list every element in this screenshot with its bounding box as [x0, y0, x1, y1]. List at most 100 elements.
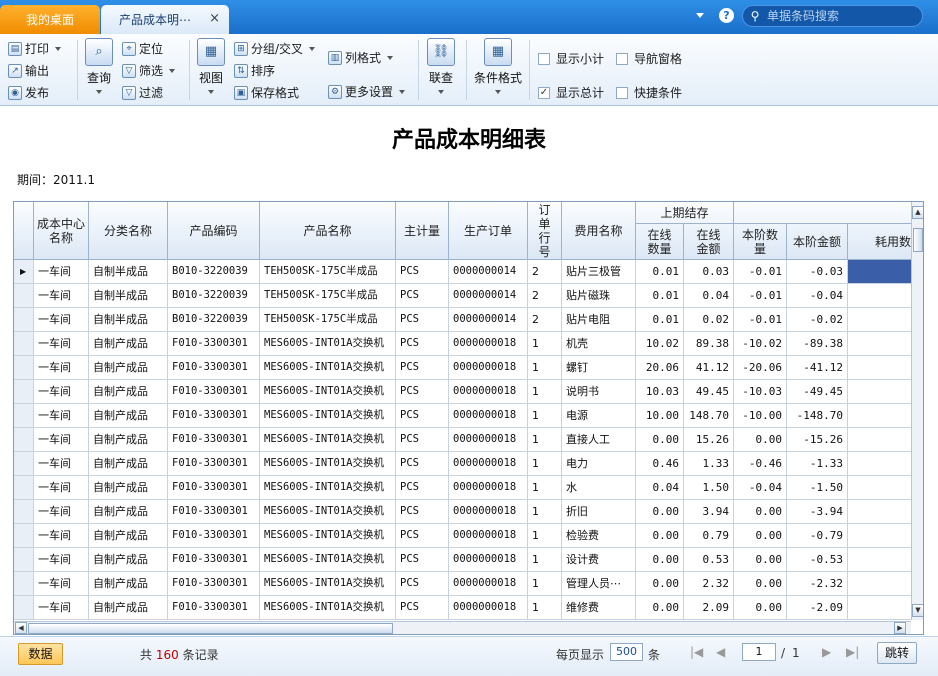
- cell-line[interactable]: 1: [528, 500, 562, 523]
- cell-fee[interactable]: 检验费: [562, 524, 636, 547]
- cell-unit[interactable]: PCS: [396, 380, 449, 403]
- cell-cost-center[interactable]: 一车间: [34, 596, 89, 619]
- cell-cost-center[interactable]: 一车间: [34, 476, 89, 499]
- cell-order[interactable]: 0000000018: [449, 332, 528, 355]
- table-row[interactable]: 一车间 自制产成品 F010-3300301 MES600S-INT01A交换机 PCS…: [14, 524, 911, 548]
- cell-product-code[interactable]: F010-3300301: [168, 500, 260, 523]
- cell-product-name[interactable]: MES600S-INT01A交换机: [260, 524, 396, 547]
- scroll-up-icon[interactable]: ▲: [912, 206, 923, 219]
- cell-line[interactable]: 2: [528, 260, 562, 283]
- cell-consume[interactable]: [848, 596, 911, 619]
- row-header[interactable]: [14, 452, 34, 475]
- cell-cur-qty[interactable]: 0.00: [734, 596, 787, 619]
- cell-unit[interactable]: PCS: [396, 428, 449, 451]
- cell-consume[interactable]: [848, 452, 911, 475]
- cell-product-code[interactable]: F010-3300301: [168, 596, 260, 619]
- cell-prev-qty[interactable]: 0.00: [636, 596, 684, 619]
- col-cost-center[interactable]: 成本中心名称: [34, 202, 89, 260]
- cell-cur-amt[interactable]: -0.04: [787, 284, 848, 307]
- cell-line[interactable]: 1: [528, 596, 562, 619]
- cell-unit[interactable]: PCS: [396, 356, 449, 379]
- col-cur-qty[interactable]: 本阶数量: [734, 224, 787, 260]
- cell-consume[interactable]: [848, 404, 911, 427]
- horizontal-scrollbar[interactable]: ◀ ▶: [14, 621, 911, 634]
- col-prev-qty[interactable]: 在线数量: [636, 224, 684, 260]
- cell-cur-amt[interactable]: -3.94: [787, 500, 848, 523]
- cell-category[interactable]: 自制产成品: [89, 524, 168, 547]
- cell-consume[interactable]: [848, 308, 911, 331]
- cell-prev-qty[interactable]: 0.00: [636, 572, 684, 595]
- cell-line[interactable]: 2: [528, 308, 562, 331]
- cell-product-name[interactable]: MES600S-INT01A交换机: [260, 548, 396, 571]
- cell-cur-amt[interactable]: -15.26: [787, 428, 848, 451]
- cell-cost-center[interactable]: 一车间: [34, 308, 89, 331]
- col-product-code[interactable]: 产品编码: [168, 202, 260, 260]
- cell-cost-center[interactable]: 一车间: [34, 284, 89, 307]
- cell-cur-amt[interactable]: -148.70: [787, 404, 848, 427]
- cell-category[interactable]: 自制产成品: [89, 356, 168, 379]
- table-row[interactable]: 一车间 自制产成品 F010-3300301 MES600S-INT01A交换机 PCS…: [14, 428, 911, 452]
- table-row[interactable]: ▶ 一车间 自制半成品 B010-3220039 TEH500SK-175C半成品 PCS…: [14, 260, 911, 284]
- cell-cur-qty[interactable]: 0.00: [734, 428, 787, 451]
- cell-order[interactable]: 0000000018: [449, 404, 528, 427]
- cell-fee[interactable]: 电力: [562, 452, 636, 475]
- cell-prev-amt[interactable]: 0.02: [684, 308, 734, 331]
- cell-fee[interactable]: 贴片磁珠: [562, 284, 636, 307]
- cell-cost-center[interactable]: 一车间: [34, 452, 89, 475]
- cell-line[interactable]: 1: [528, 404, 562, 427]
- data-button[interactable]: 数据: [18, 643, 63, 665]
- close-icon[interactable]: ×: [209, 11, 220, 26]
- cell-prev-qty[interactable]: 10.02: [636, 332, 684, 355]
- cell-category[interactable]: 自制产成品: [89, 596, 168, 619]
- row-header[interactable]: [14, 356, 34, 379]
- cell-consume[interactable]: [848, 332, 911, 355]
- cell-order[interactable]: 0000000018: [449, 524, 528, 547]
- scroll-thumb[interactable]: [28, 623, 393, 634]
- cell-cur-qty[interactable]: -10.03: [734, 380, 787, 403]
- cell-unit[interactable]: PCS: [396, 524, 449, 547]
- cell-cost-center[interactable]: 一车间: [34, 404, 89, 427]
- column-format-button[interactable]: ▥ 列格式: [328, 49, 394, 66]
- cell-order[interactable]: 0000000018: [449, 380, 528, 403]
- cell-product-name[interactable]: MES600S-INT01A交换机: [260, 500, 396, 523]
- col-fee[interactable]: 费用名称: [562, 202, 636, 260]
- cell-line[interactable]: 1: [528, 332, 562, 355]
- cell-cur-amt[interactable]: -49.45: [787, 380, 848, 403]
- cell-product-code[interactable]: F010-3300301: [168, 524, 260, 547]
- cell-unit[interactable]: PCS: [396, 500, 449, 523]
- cell-fee[interactable]: 直接人工: [562, 428, 636, 451]
- chevron-down-icon[interactable]: [696, 13, 704, 18]
- cell-order[interactable]: 0000000018: [449, 500, 528, 523]
- per-page-input[interactable]: 500: [610, 643, 643, 661]
- cell-prev-qty[interactable]: 0.01: [636, 308, 684, 331]
- cell-product-code[interactable]: F010-3300301: [168, 476, 260, 499]
- cell-cur-qty[interactable]: -0.04: [734, 476, 787, 499]
- cell-product-name[interactable]: TEH500SK-175C半成品: [260, 308, 396, 331]
- cell-prev-qty[interactable]: 0.46: [636, 452, 684, 475]
- cell-product-name[interactable]: MES600S-INT01A交换机: [260, 428, 396, 451]
- cell-product-code[interactable]: F010-3300301: [168, 332, 260, 355]
- cell-prev-amt[interactable]: 0.04: [684, 284, 734, 307]
- cell-prev-amt[interactable]: 148.70: [684, 404, 734, 427]
- cell-cur-amt[interactable]: -41.12: [787, 356, 848, 379]
- cell-line[interactable]: 1: [528, 380, 562, 403]
- cell-category[interactable]: 自制产成品: [89, 572, 168, 595]
- cell-order[interactable]: 0000000014: [449, 284, 528, 307]
- cell-product-name[interactable]: MES600S-INT01A交换机: [260, 596, 396, 619]
- cell-unit[interactable]: PCS: [396, 308, 449, 331]
- cell-prev-amt[interactable]: 3.94: [684, 500, 734, 523]
- export-button[interactable]: ↗ 输出: [8, 62, 49, 79]
- cell-prev-qty[interactable]: 0.00: [636, 524, 684, 547]
- cell-fee[interactable]: 贴片三极管: [562, 260, 636, 283]
- link-query-button[interactable]: ⛓ 联查: [425, 38, 457, 94]
- cell-cost-center[interactable]: 一车间: [34, 332, 89, 355]
- filter-button[interactable]: ▽ 筛选: [122, 62, 176, 79]
- col-prev-amt[interactable]: 在线金额: [684, 224, 734, 260]
- cell-unit[interactable]: PCS: [396, 404, 449, 427]
- row-header[interactable]: [14, 284, 34, 307]
- table-row[interactable]: 一车间 自制产成品 F010-3300301 MES600S-INT01A交换机 PCS…: [14, 572, 911, 596]
- col-consume[interactable]: 耗用数: [848, 224, 911, 260]
- help-icon[interactable]: ?: [719, 8, 734, 23]
- cell-prev-qty[interactable]: 20.06: [636, 356, 684, 379]
- cell-consume[interactable]: [848, 572, 911, 595]
